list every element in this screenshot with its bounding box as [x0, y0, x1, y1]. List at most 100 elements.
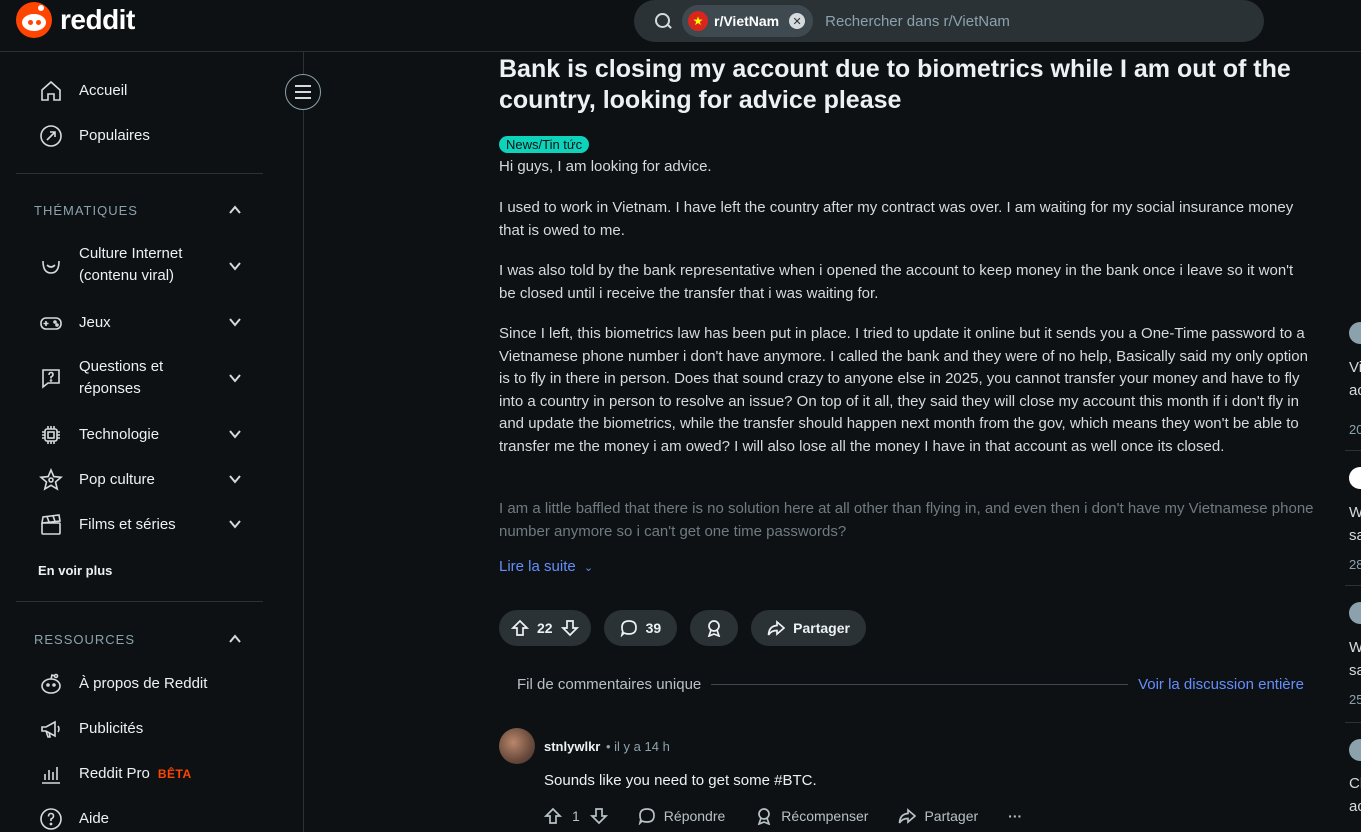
popular-icon: [38, 123, 63, 148]
question-icon: [38, 366, 63, 391]
sidebar-item-ads[interactable]: Publicités: [38, 716, 143, 741]
avatar[interactable]: [1349, 467, 1361, 489]
resources-header[interactable]: RESSOURCES: [34, 632, 135, 647]
upvote-icon[interactable]: [544, 807, 562, 825]
sidebar-item-label: Films et séries: [79, 516, 176, 533]
sidebar-item-label: Publicités: [79, 720, 144, 737]
sidebar-item-technology[interactable]: Technologie: [38, 422, 159, 447]
downvote-icon[interactable]: [589, 807, 608, 825]
more-options-icon[interactable]: ···: [1008, 808, 1022, 824]
related-post-title[interactable]: Vi: [1349, 359, 1361, 376]
topics-header[interactable]: THÉMATIQUES: [34, 203, 138, 218]
sidebar-item-label: Aide: [79, 810, 110, 827]
related-post-meta: 28: [1349, 557, 1361, 572]
sidebar-item-popular[interactable]: Populaires: [38, 123, 150, 148]
read-more-link[interactable]: Lire la suite ⌄: [499, 558, 593, 575]
sidebar-item-label: Technologie: [79, 426, 160, 443]
post-paragraph: I am a little baffled that there is no s…: [499, 500, 1314, 540]
thread-label: Fil de commentaires unique: [517, 676, 702, 693]
see-more-link[interactable]: En voir plus: [38, 563, 112, 578]
menu-toggle-button[interactable]: [285, 74, 321, 110]
sidebar-item-label: Accueil: [79, 82, 128, 99]
reddit-logo[interactable]: reddit: [16, 2, 135, 38]
subreddit-chip-label: r/VietNam: [714, 13, 780, 29]
sidebar-item-movies-tv[interactable]: Films et séries: [38, 512, 176, 537]
sidebar-divider: [16, 173, 263, 174]
search-input[interactable]: [825, 12, 1264, 30]
post-paragraph: I was also told by the bank representati…: [499, 262, 1294, 302]
comment-count: 39: [645, 620, 662, 636]
sidebar-item-home[interactable]: Accueil: [38, 78, 127, 103]
share-label: Partager: [924, 808, 979, 824]
vietnam-flag-icon: ★: [688, 11, 708, 31]
hamburger-icon: [295, 85, 311, 87]
post-title: Bank is closing my account due to biomet…: [499, 55, 1291, 114]
sidebar-item-about-reddit[interactable]: À propos de Reddit: [38, 671, 207, 696]
smile-icon: [38, 253, 63, 278]
award-button[interactable]: Récompenser: [755, 807, 868, 825]
comments-button[interactable]: 39: [603, 610, 678, 646]
related-post-title[interactable]: sa: [1349, 527, 1361, 544]
related-post-title[interactable]: ac: [1349, 382, 1361, 399]
chevron-up-icon[interactable]: [228, 203, 242, 217]
sidebar-item-pop-culture[interactable]: Pop culture: [38, 467, 155, 492]
chevron-down-icon: ⌄: [583, 562, 594, 574]
post-flair[interactable]: News/Tin tức: [499, 136, 590, 153]
sidebar-item-games[interactable]: Jeux: [38, 310, 111, 335]
chevron-up-icon[interactable]: [228, 632, 242, 646]
related-post-title[interactable]: sa: [1349, 662, 1361, 679]
search-bar[interactable]: ★ r/VietNam ✕: [634, 0, 1264, 42]
comment-timestamp: • il y a 14 h: [606, 739, 670, 754]
sidebar-item-label: Questions et réponses: [79, 358, 164, 397]
sidebar-item-internet-culture[interactable]: Culture Internet (contenu viral): [38, 243, 199, 287]
upvote-icon[interactable]: [511, 619, 529, 637]
close-icon[interactable]: ✕: [789, 13, 806, 29]
read-more-label: Lire la suite: [499, 558, 576, 575]
view-full-discussion-link[interactable]: Voir la discussion entière: [1138, 676, 1304, 693]
related-post-title[interactable]: W: [1349, 504, 1361, 521]
avatar[interactable]: [1349, 739, 1361, 761]
share-button[interactable]: Partager: [898, 807, 978, 825]
related-post-title[interactable]: Cl: [1349, 775, 1361, 792]
related-post-title[interactable]: ac: [1349, 798, 1361, 815]
thread-divider: [711, 684, 1129, 685]
avatar[interactable]: [499, 728, 535, 764]
avatar[interactable]: [1349, 602, 1361, 624]
share-button[interactable]: Partager: [751, 610, 866, 646]
chevron-down-icon[interactable]: [228, 472, 242, 486]
sidebar-item-label: Populaires: [79, 127, 150, 144]
beta-badge: BÊTA: [157, 766, 192, 781]
chevron-down-icon[interactable]: [228, 259, 242, 273]
comment-vote-control: 1: [544, 807, 608, 825]
single-comment-thread-header: Fil de commentaires unique Voir la discu…: [517, 676, 1304, 693]
downvote-icon[interactable]: [560, 619, 579, 637]
share-label: Partager: [793, 620, 850, 636]
comment-icon: [620, 620, 637, 637]
subreddit-chip[interactable]: ★ r/VietNam ✕: [682, 5, 814, 37]
right-column-clipped: Vi ac 20 W sa 28 W sa 25 Cl ac: [1345, 300, 1361, 832]
chip-icon: [38, 422, 63, 447]
chevron-down-icon[interactable]: [228, 315, 242, 329]
comment-actions: 1 Répondre Récompenser Partager ···: [544, 807, 1022, 825]
reply-button[interactable]: Répondre: [638, 807, 725, 825]
chevron-down-icon[interactable]: [228, 371, 242, 385]
top-header: reddit ★ r/VietNam ✕: [0, 0, 1361, 52]
right-divider: [1345, 722, 1361, 723]
sidebar-item-reddit-pro[interactable]: Reddit Pro BÊTA: [38, 761, 192, 786]
sidebar-item-help[interactable]: Aide: [38, 806, 109, 831]
sidebar-item-label: Jeux: [79, 314, 111, 331]
star-icon: [38, 467, 63, 492]
help-icon: [38, 806, 63, 831]
vote-control: 22: [499, 610, 591, 646]
avatar[interactable]: [1349, 322, 1361, 344]
chevron-down-icon[interactable]: [228, 517, 242, 531]
award-button[interactable]: [690, 610, 739, 646]
comment-vote-count: 1: [572, 808, 580, 824]
comment-username[interactable]: stnlywlkr: [544, 739, 600, 754]
sidebar-item-label: Culture Internet (contenu viral): [79, 245, 183, 284]
related-post-title[interactable]: W: [1349, 639, 1361, 656]
post-paragraph: I used to work in Vietnam. I have left t…: [499, 199, 1294, 239]
chevron-down-icon[interactable]: [228, 427, 242, 441]
gamepad-icon: [38, 310, 63, 335]
sidebar-item-qa[interactable]: Questions et réponses: [38, 356, 199, 400]
